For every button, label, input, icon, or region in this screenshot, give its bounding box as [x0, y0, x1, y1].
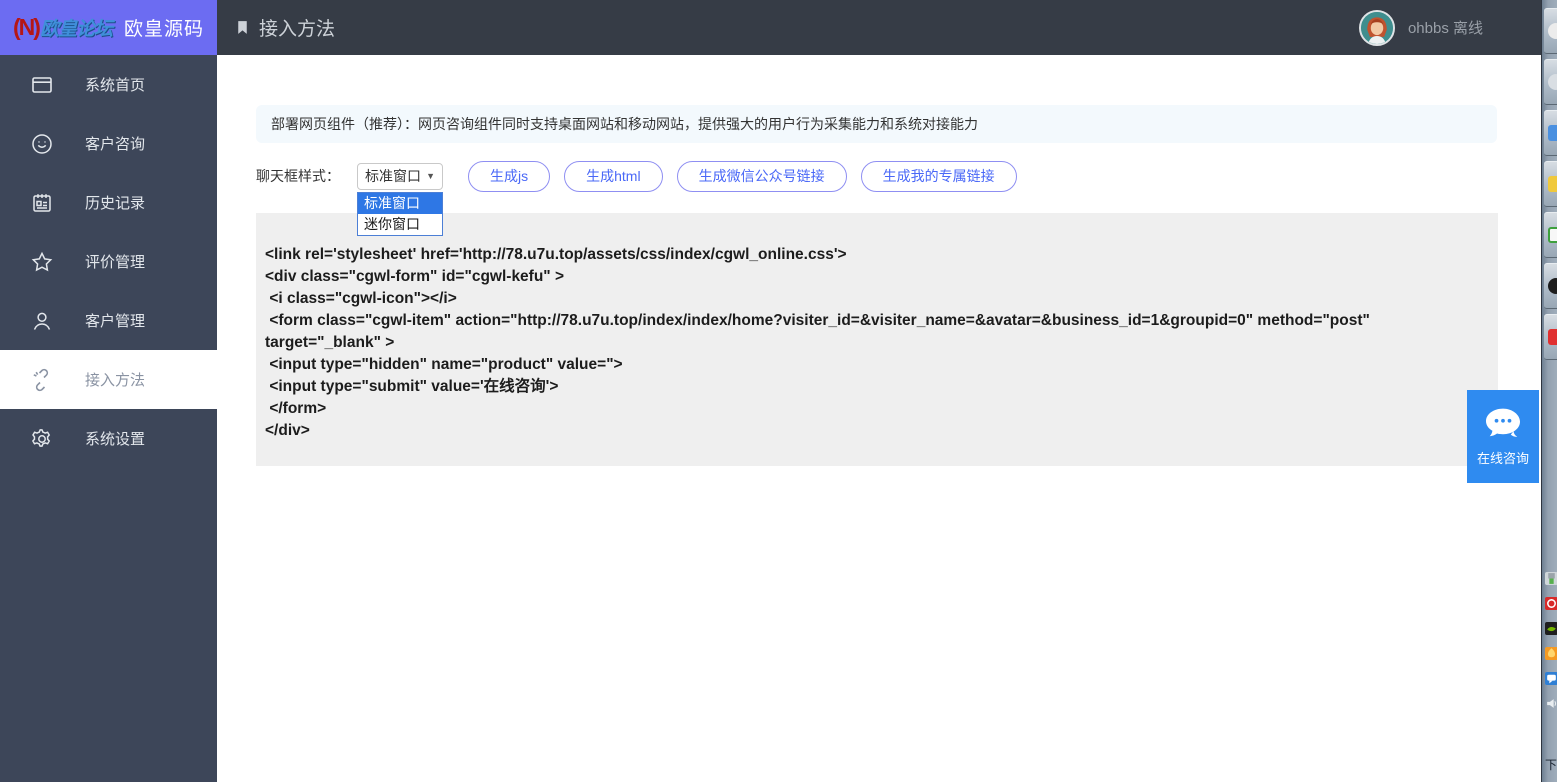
sidebar-item-label: 客户咨询 — [85, 133, 145, 154]
dock-button-2[interactable] — [1544, 59, 1557, 105]
online-chat-label: 在线咨询 — [1477, 448, 1529, 467]
bookmark-icon — [234, 19, 251, 36]
topbar: 接入方法 ohbbs 离线 — [217, 0, 1557, 55]
chevron-down-icon: ▼ — [426, 171, 435, 181]
user-menu[interactable]: ohbbs 离线 — [1359, 0, 1483, 55]
sidebar-item-history[interactable]: 历史记录 — [0, 173, 217, 232]
deploy-notice-banner: 部署网页组件（推荐）：网页咨询组件同时支持桌面网站和移动网站，提供强大的用户行为… — [256, 105, 1497, 143]
chat-bubble-icon — [1483, 407, 1523, 441]
code-line: <input type="hidden" name="product" valu… — [265, 354, 1478, 376]
chat-style-select[interactable]: 标准窗口 ▼ — [357, 163, 443, 190]
user-name-label: ohbbs 离线 — [1408, 17, 1483, 38]
dock-app-icon — [1548, 74, 1557, 90]
generate-exclusive-link-button[interactable]: 生成我的专属链接 — [861, 161, 1017, 192]
main-content: 部署网页组件（推荐）：网页咨询组件同时支持桌面网站和移动网站，提供强大的用户行为… — [217, 55, 1541, 782]
dock-app-icon — [1548, 23, 1557, 39]
sidebar-item-label: 系统设置 — [85, 428, 145, 449]
page-title-label: 接入方法 — [259, 14, 335, 41]
sidebar-item-integration[interactable]: 接入方法 — [0, 350, 217, 409]
sidebar-item-home[interactable]: 系统首页 — [0, 55, 217, 114]
dock-button-5[interactable] — [1544, 212, 1557, 258]
embed-code-block: <link rel='stylesheet' href='http://78.u… — [256, 213, 1498, 466]
chat-style-controls: 聊天框样式： 标准窗口 ▼ 标准窗口 迷你窗口 生成js 生成html 生成微信… — [256, 160, 1017, 192]
sidebar-item-label: 系统首页 — [85, 74, 145, 95]
tray-icon-chat-app[interactable] — [1545, 672, 1557, 685]
code-line: target="_blank" > — [265, 332, 1478, 354]
generate-wechat-link-button[interactable]: 生成微信公众号链接 — [677, 161, 847, 192]
dock-app-icon — [1548, 125, 1557, 141]
chat-style-select-wrap: 标准窗口 ▼ 标准窗口 迷你窗口 — [357, 163, 443, 190]
dock-button-1[interactable] — [1544, 8, 1557, 54]
edge-time-label: 下 — [1545, 756, 1557, 773]
code-line: <div class="cgwl-form" id="cgwl-kefu" > — [265, 266, 1478, 288]
code-line: <input type="submit" value='在线咨询'> — [265, 376, 1478, 398]
dock-button-3[interactable] — [1544, 110, 1557, 156]
sidebar-item-label: 评价管理 — [85, 251, 145, 272]
generate-js-button[interactable]: 生成js — [468, 161, 550, 192]
page-title: 接入方法 — [234, 14, 335, 41]
tray-icon-green-app[interactable] — [1545, 622, 1557, 635]
window-icon — [30, 73, 54, 97]
logo-n-icon: (N) — [13, 14, 39, 41]
code-line: <form class="cgwl-item" action="http://7… — [265, 310, 1478, 332]
code-line: <link rel='stylesheet' href='http://78.u… — [265, 244, 1478, 266]
sidebar-item-label: 历史记录 — [85, 192, 145, 213]
dock-app-icon — [1548, 176, 1557, 192]
dock-button-7[interactable] — [1544, 314, 1557, 360]
avatar[interactable] — [1359, 10, 1395, 46]
chat-style-label: 聊天框样式： — [256, 166, 340, 186]
online-chat-button[interactable]: 在线咨询 — [1467, 390, 1539, 483]
dropdown-option-mini[interactable]: 迷你窗口 — [358, 214, 442, 235]
generate-html-button[interactable]: 生成html — [564, 161, 662, 192]
deploy-notice-text: 部署网页组件（推荐）：网页咨询组件同时支持桌面网站和移动网站，提供强大的用户行为… — [271, 114, 978, 134]
dock-app-icon — [1548, 329, 1557, 345]
smiley-icon — [30, 132, 54, 156]
user-icon — [30, 309, 54, 333]
dock-app-icon — [1548, 278, 1557, 294]
dock-button-4[interactable] — [1544, 161, 1557, 207]
tray-icon-usb[interactable] — [1545, 572, 1557, 585]
dropdown-option-standard[interactable]: 标准窗口 — [358, 193, 442, 214]
tray-icon-volume[interactable] — [1545, 697, 1557, 710]
code-line: </form> — [265, 398, 1478, 420]
chat-style-dropdown: 标准窗口 迷你窗口 — [357, 192, 443, 236]
brand-header: (N) 欧皇论坛 欧皇源码 — [0, 0, 217, 55]
star-icon — [30, 250, 54, 274]
dock-app-icon — [1548, 227, 1557, 243]
tray-icon-orange-app[interactable] — [1545, 647, 1557, 660]
code-line: </div> — [265, 420, 1478, 442]
sidebar-item-label: 接入方法 — [85, 369, 145, 390]
sidebar: 系统首页 客户咨询 历史记录 评价管理 客户管理 接入方法 系统设置 — [0, 55, 217, 782]
chat-style-select-value: 标准窗口 — [365, 166, 421, 186]
dock-button-6[interactable] — [1544, 263, 1557, 309]
logo-brand-text: 欧皇源码 — [124, 14, 204, 41]
sidebar-item-consult[interactable]: 客户咨询 — [0, 114, 217, 173]
notebook-icon — [30, 191, 54, 215]
sidebar-item-reviews[interactable]: 评价管理 — [0, 232, 217, 291]
code-line: <i class="cgwl-icon"></i> — [265, 288, 1478, 310]
logo-forum-text: 欧皇论坛 — [40, 14, 112, 41]
gear-icon — [30, 427, 54, 451]
edge-dock-strip: 下 — [1541, 0, 1557, 782]
sidebar-item-customers[interactable]: 客户管理 — [0, 291, 217, 350]
unlink-icon — [30, 368, 54, 392]
tray-icon-red-app[interactable] — [1545, 597, 1557, 610]
sidebar-item-settings[interactable]: 系统设置 — [0, 409, 217, 468]
sidebar-item-label: 客户管理 — [85, 310, 145, 331]
